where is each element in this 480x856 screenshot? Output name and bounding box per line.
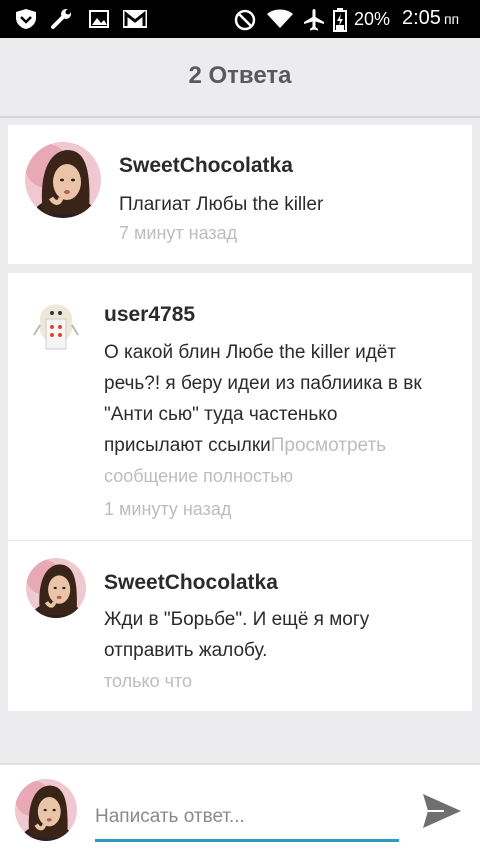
comment-time: 7 минут назад <box>119 223 238 243</box>
comment-text: Плагиат Любы the killer <box>119 194 324 215</box>
reply-input[interactable] <box>95 795 399 842</box>
avatar <box>15 779 77 841</box>
page-title: 2 Ответа <box>188 62 292 89</box>
shield-icon <box>16 9 36 29</box>
view-full-message-link-cont[interactable]: сообщение полностью <box>104 461 468 492</box>
image-icon <box>89 10 109 28</box>
replies-card: user4785 О какой блин Любе the killer ид… <box>8 273 472 711</box>
avatar[interactable] <box>25 142 101 218</box>
comment-author[interactable]: SweetChocolatka <box>119 154 293 178</box>
divider <box>8 540 472 541</box>
avatar[interactable] <box>26 558 86 618</box>
clock: 2:05 пп <box>402 7 460 29</box>
comment-time: только что <box>104 671 193 691</box>
comment-text: О какой блин Любе the killer идёт речь?!… <box>104 337 468 492</box>
comment-text: Жди в "Борьбе". И ещё я могу отправить ж… <box>104 609 370 661</box>
airplane-icon <box>304 9 324 31</box>
wrench-icon <box>51 9 71 29</box>
comment-card: SweetChocolatka Плагиат Любы the killer … <box>8 125 472 264</box>
reply-composer <box>0 763 480 856</box>
comment-author[interactable]: user4785 <box>104 303 195 327</box>
status-bar: 20% 2:05 пп <box>0 0 480 38</box>
no-disturb-icon <box>234 9 256 31</box>
battery-percent: 20% <box>354 9 391 29</box>
comment-time: 1 минуту назад <box>104 499 232 519</box>
header: 2 Ответа <box>0 38 480 118</box>
send-icon[interactable] <box>420 789 464 833</box>
wifi-icon <box>267 9 293 28</box>
battery-icon <box>333 8 347 32</box>
comment-author[interactable]: SweetChocolatka <box>104 571 278 595</box>
avatar[interactable] <box>26 291 86 351</box>
gmail-icon <box>123 10 147 28</box>
view-full-message-link[interactable]: Просмотреть <box>271 435 386 456</box>
